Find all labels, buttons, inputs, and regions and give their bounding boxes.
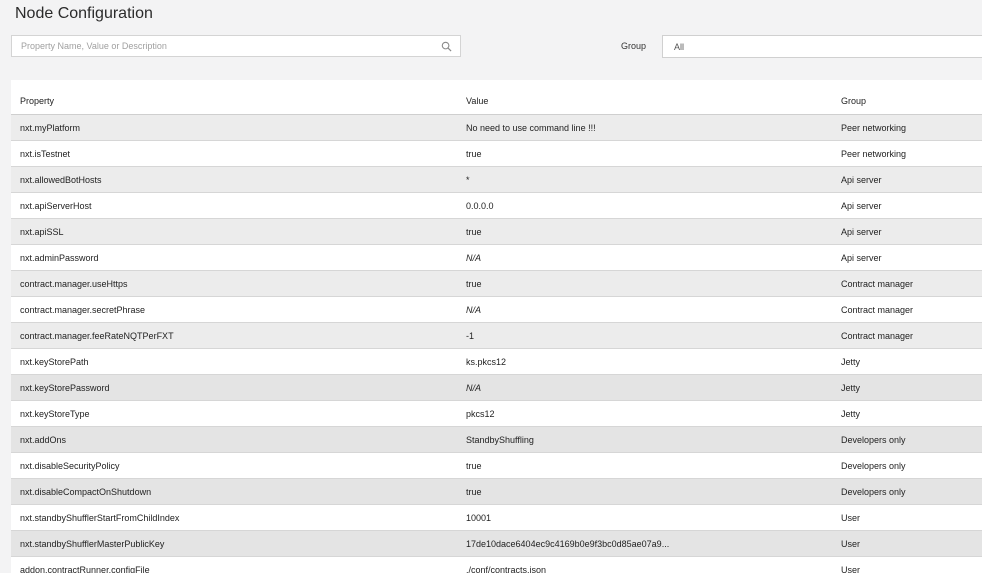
cell-group: User: [841, 565, 861, 573]
search-icon[interactable]: [441, 41, 452, 52]
cell-property: nxt.keyStoreType: [20, 409, 90, 419]
cell-property: nxt.apiServerHost: [20, 201, 92, 211]
group-select-value: All: [674, 42, 685, 52]
cell-value: -1: [466, 331, 475, 341]
cell-property: addon.contractRunner.configFile: [20, 565, 150, 573]
table-row[interactable]: nxt.addOns StandbyShuffling Developers onl…: [11, 427, 982, 453]
cell-value: true: [466, 227, 482, 237]
table-header: Property Value Group: [11, 80, 982, 115]
cell-group: Peer networking: [841, 149, 907, 159]
cell-property: nxt.disableSecurityPolicy: [20, 461, 120, 471]
cell-group: Jetty: [841, 409, 861, 419]
column-header-value[interactable]: Value: [466, 96, 488, 106]
table-row[interactable]: nxt.myPlatform No need to use command lin…: [11, 115, 982, 141]
cell-property: contract.manager.useHttps: [20, 279, 128, 289]
cell-property: nxt.adminPassword: [20, 253, 99, 263]
cell-group: Contract manager: [841, 331, 914, 341]
cell-value: 10001: [466, 513, 492, 523]
table-row[interactable]: nxt.standbyShufflerStartFromChildIndex 10…: [11, 505, 982, 531]
search-input[interactable]: [12, 36, 432, 56]
cell-value: 0.0.0.0: [466, 201, 494, 211]
table-row[interactable]: nxt.apiServerHost 0.0.0.0 Api server: [11, 193, 982, 219]
cell-group: Api server: [841, 201, 882, 211]
cell-group: Jetty: [841, 383, 861, 393]
cell-value: N/A: [466, 305, 482, 315]
cell-property: nxt.apiSSL: [20, 227, 64, 237]
header: Node Configuration Group All: [0, 0, 982, 80]
cell-group: Jetty: [841, 357, 861, 367]
cell-property: nxt.standbyShufflerMasterPublicKey: [20, 539, 165, 549]
cell-property: nxt.addOns: [20, 435, 67, 445]
cell-group: Developers only: [841, 435, 906, 445]
cell-value: true: [466, 149, 482, 159]
cell-property: nxt.disableCompactOnShutdown: [20, 487, 152, 497]
cell-property: nxt.standbyShufflerStartFromChildIndex: [20, 513, 180, 523]
cell-property: contract.manager.secretPhrase: [20, 305, 146, 315]
cell-property: nxt.keyStorePassword: [20, 383, 110, 393]
cell-value: true: [466, 487, 482, 497]
cell-value: *: [466, 175, 470, 185]
cell-group: Contract manager: [841, 279, 914, 289]
configuration-table: Property Value Group nxt.myPlatform No ne…: [11, 80, 982, 573]
cell-property: nxt.isTestnet: [20, 149, 71, 159]
cell-value: pkcs12: [466, 409, 495, 419]
table-row[interactable]: nxt.keyStorePassword N/A Jetty: [11, 375, 982, 401]
cell-property: contract.manager.feeRateNQTPerFXT: [20, 331, 174, 341]
cell-group: Api server: [841, 253, 882, 263]
cell-group: Peer networking: [841, 123, 907, 133]
table-row[interactable]: nxt.allowedBotHosts * Api server: [11, 167, 982, 193]
cell-group: Contract manager: [841, 305, 914, 315]
cell-property: nxt.allowedBotHosts: [20, 175, 102, 185]
search-box[interactable]: [11, 35, 461, 57]
cell-value: ks.pkcs12: [466, 357, 507, 367]
page-title: Node Configuration: [15, 5, 153, 22]
table-body: nxt.myPlatform No need to use command lin…: [11, 115, 982, 573]
table-row[interactable]: addon.contractRunner.configFile ./conf/co…: [11, 557, 982, 573]
table-row[interactable]: nxt.standbyShufflerMasterPublicKey 17de10…: [11, 531, 982, 557]
cell-value: true: [466, 279, 482, 289]
node-configuration-page: Node Configuration Group All Property Va…: [0, 0, 982, 573]
cell-value: N/A: [466, 383, 482, 393]
cell-group: Api server: [841, 227, 882, 237]
cell-value: No need to use command line !!!: [466, 123, 596, 133]
table-row[interactable]: nxt.adminPassword N/A Api server: [11, 245, 982, 271]
cell-group: Api server: [841, 175, 882, 185]
cell-value: ./conf/contracts.json: [466, 565, 547, 573]
cell-property: nxt.keyStorePath: [20, 357, 89, 367]
table-row[interactable]: contract.manager.feeRateNQTPerFXT -1 Contr…: [11, 323, 982, 349]
table-row[interactable]: nxt.isTestnet true Peer networking: [11, 141, 982, 167]
table-row[interactable]: nxt.disableCompactOnShutdown true Develope…: [11, 479, 982, 505]
table-row[interactable]: nxt.disableSecurityPolicy true Developers …: [11, 453, 982, 479]
cell-value: StandbyShuffling: [466, 435, 534, 445]
group-select[interactable]: All: [662, 35, 982, 58]
cell-group: Developers only: [841, 487, 906, 497]
cell-value: true: [466, 461, 482, 471]
column-header-property[interactable]: Property: [20, 96, 54, 106]
cell-group: User: [841, 513, 861, 523]
column-header-group[interactable]: Group: [841, 96, 866, 106]
cell-group: User: [841, 539, 861, 549]
cell-property: nxt.myPlatform: [20, 123, 81, 133]
cell-value: 17de10dace6404ec9c4169b0e9f3bc0d85ae07a9…: [466, 539, 670, 549]
cell-group: Developers only: [841, 461, 906, 471]
table-row[interactable]: contract.manager.useHttps true Contract ma…: [11, 271, 982, 297]
table-row[interactable]: nxt.keyStorePath ks.pkcs12 Jetty: [11, 349, 982, 375]
cell-value: N/A: [466, 253, 482, 263]
group-label: Group: [621, 41, 647, 51]
table-row[interactable]: contract.manager.secretPhrase N/A Contract…: [11, 297, 982, 323]
table-row[interactable]: nxt.keyStoreType pkcs12 Jetty: [11, 401, 982, 427]
table-row[interactable]: nxt.apiSSL true Api server: [11, 219, 982, 245]
